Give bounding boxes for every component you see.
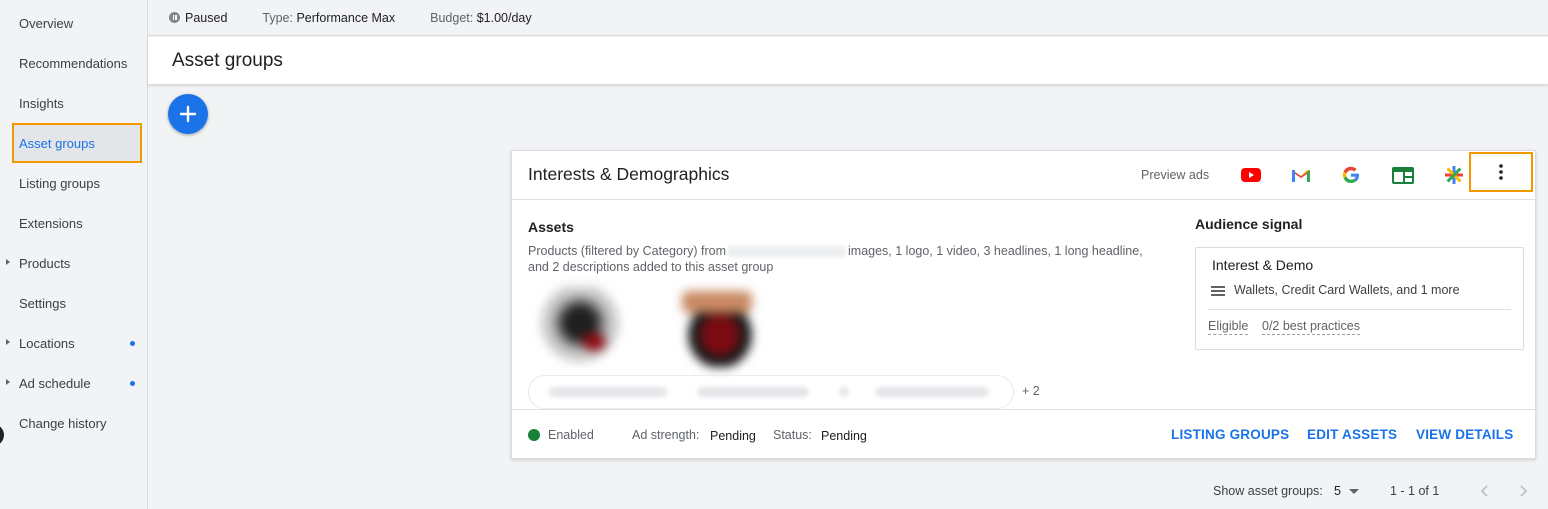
asset-group-status[interactable]: Enabled <box>548 428 594 442</box>
sidebar-item-label: Locations <box>19 335 75 351</box>
expand-caret-icon <box>6 339 10 345</box>
sidebar-item-settings[interactable]: Settings <box>12 283 142 323</box>
audience-status[interactable]: Eligible <box>1208 319 1249 335</box>
campaign-budget-value: $1.00/day <box>476 10 532 25</box>
expand-caret-icon <box>6 379 10 385</box>
campaign-budget: Budget: $1.00/day <box>430 11 532 25</box>
audience-signal-card[interactable]: Interest & Demo Wallets, Credit Card Wal… <box>1195 247 1524 350</box>
page-size-label: Show asset groups: <box>1213 484 1323 498</box>
dropdown-caret-icon <box>1348 488 1359 494</box>
sidebar-item-products[interactable]: Products <box>6 243 142 283</box>
more-vert-icon <box>1499 164 1503 180</box>
gmail-icon[interactable] <box>1289 165 1313 185</box>
headline-chip <box>549 387 667 397</box>
campaign-type-label: Type: <box>262 10 293 25</box>
assets-summary-prefix: Products (filtered by Category) from <box>528 244 726 258</box>
sidebar-item-label: Products <box>19 255 71 271</box>
headline-chip <box>697 387 809 397</box>
status-label: Status: <box>773 428 812 442</box>
asset-image-thumbnail[interactable] <box>534 287 626 367</box>
next-page-button[interactable] <box>1514 481 1534 501</box>
sidebar-item-insights[interactable]: Insights <box>12 83 142 123</box>
listing-groups-button[interactable]: LISTING GROUPS <box>1171 427 1289 442</box>
asset-headline-chips <box>528 375 1014 409</box>
divider <box>512 409 1535 410</box>
edit-assets-button[interactable]: EDIT ASSETS <box>1307 427 1397 442</box>
previous-page-button[interactable] <box>1474 481 1494 501</box>
sidebar-item-label: Extensions <box>19 215 83 231</box>
sidebar-item-label: Overview <box>19 15 74 31</box>
asset-group-card: Interests & Demographics Preview ads Ass… <box>511 150 1536 459</box>
campaign-type: Type: Performance Max <box>262 11 395 25</box>
edge-handle[interactable] <box>0 424 4 446</box>
campaign-status: Paused <box>185 10 228 25</box>
assets-summary: Products (filtered by Category) from imag… <box>528 244 1158 275</box>
display-icon[interactable] <box>1391 165 1415 185</box>
sidebar-item-label: Insights <box>19 95 64 111</box>
youtube-icon[interactable] <box>1239 165 1263 185</box>
page-range: 1 - 1 of 1 <box>1390 484 1440 498</box>
sidebar-item-recommendations[interactable]: Recommendations <box>12 43 142 83</box>
chevron-left-icon <box>1480 485 1488 497</box>
page-title: Asset groups <box>172 50 283 71</box>
assets-heading: Assets <box>528 219 574 235</box>
audience-signal-heading: Audience signal <box>1195 216 1303 232</box>
redacted-text <box>728 246 846 258</box>
sidebar-item-extensions[interactable]: Extensions <box>12 203 142 243</box>
campaign-budget-label: Budget: <box>430 10 474 25</box>
headline-chip <box>875 387 989 397</box>
sidebar-item-ad-schedule[interactable]: Ad schedule <box>6 363 142 403</box>
audience-name: Interest & Demo <box>1212 257 1314 273</box>
sidebar-item-label: Ad schedule <box>19 375 91 391</box>
campaign-status-bar: Paused Type: Performance Max Budget: $1.… <box>148 0 1548 36</box>
google-search-icon[interactable] <box>1339 165 1363 185</box>
notification-dot-icon <box>130 341 135 346</box>
preview-ads-label: Preview ads <box>1141 168 1210 182</box>
list-icon <box>1211 286 1225 296</box>
ad-strength-label: Ad strength: <box>632 428 700 442</box>
sidebar-item-locations[interactable]: Locations <box>6 323 142 363</box>
page-size-value: 5 <box>1334 484 1341 498</box>
view-details-button[interactable]: VIEW DETAILS <box>1416 427 1513 442</box>
chip-divider <box>839 387 849 397</box>
sidebar-item-change-history[interactable]: Change history <box>12 403 142 443</box>
audience-segments: Wallets, Credit Card Wallets, and 1 more <box>1234 283 1460 297</box>
campaign-type-value: Performance Max <box>296 10 396 25</box>
divider <box>512 199 1535 200</box>
expand-caret-icon <box>6 259 10 265</box>
notification-dot-icon <box>130 381 135 386</box>
more-options-button[interactable] <box>1469 152 1533 192</box>
sidebar-item-label: Settings <box>19 295 66 311</box>
ad-strength-value: Pending <box>710 429 756 443</box>
sidebar-item-label: Listing groups <box>19 175 100 191</box>
sidebar-item-label: Change history <box>19 415 107 431</box>
sidebar-item-overview[interactable]: Overview <box>12 3 142 43</box>
plus-icon <box>179 105 197 123</box>
sidebar-item-label: Asset groups <box>19 135 95 151</box>
discover-icon[interactable] <box>1442 165 1466 185</box>
page-size-select[interactable]: 5 <box>1334 484 1359 498</box>
divider <box>1208 309 1511 310</box>
asset-group-title: Interests & Demographics <box>528 164 730 184</box>
more-assets-count[interactable]: + 2 <box>1022 384 1040 398</box>
sidebar-item-asset-groups[interactable]: Asset groups <box>12 123 142 163</box>
paused-icon <box>169 12 180 23</box>
best-practices-link[interactable]: 0/2 best practices <box>1262 319 1360 335</box>
enabled-status-icon <box>528 429 540 441</box>
chevron-right-icon <box>1520 485 1528 497</box>
sidebar-nav: Overview Recommendations Insights Asset … <box>0 0 148 509</box>
sidebar-item-listing-groups[interactable]: Listing groups <box>12 163 142 203</box>
asset-image-thumbnail[interactable] <box>674 287 766 367</box>
add-asset-group-button[interactable] <box>168 94 208 134</box>
sidebar-item-label: Recommendations <box>19 55 128 71</box>
status-value: Pending <box>821 429 867 443</box>
page-header: Asset groups <box>148 37 1548 85</box>
